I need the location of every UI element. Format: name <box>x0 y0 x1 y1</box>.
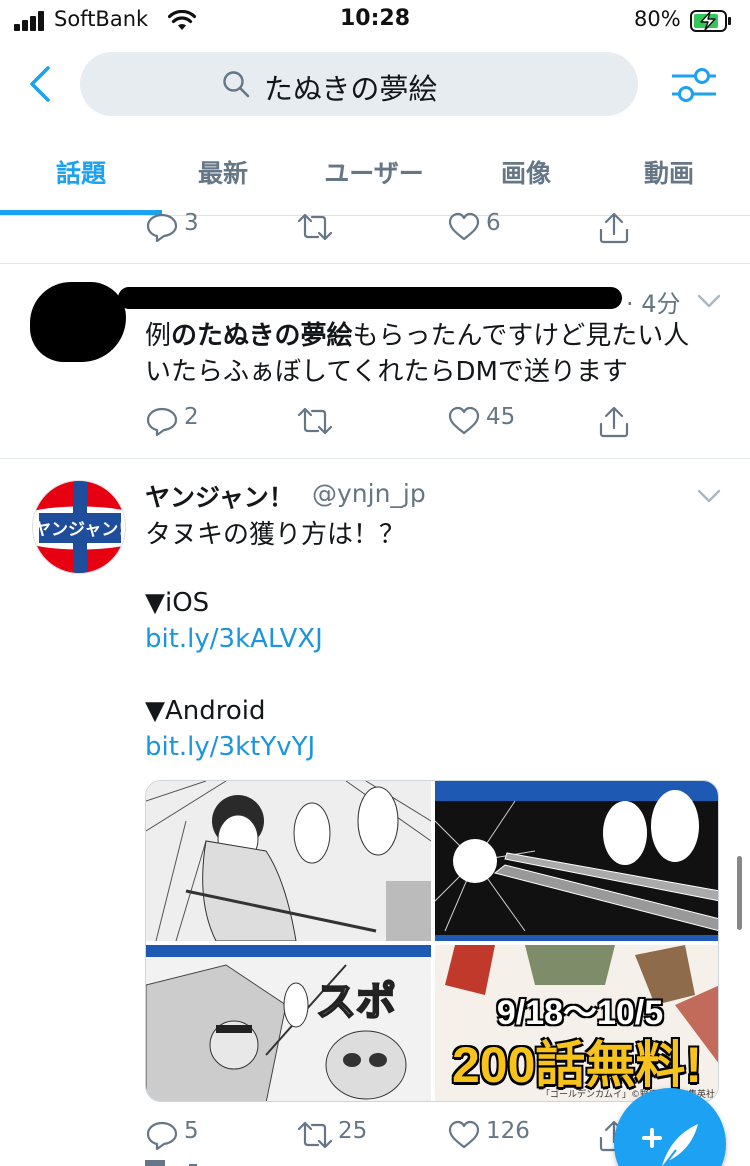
tweet-text-highlight: のたぬきの夢絵 <box>171 321 353 351</box>
tweet-text: 例のたぬきの夢絵もらったんですけど見たい人 いたらふぁぼしてくれたらDMで送りま… <box>145 318 715 390</box>
tweet-time: · 4分 <box>626 290 681 318</box>
user-display-name[interactable]: ヤンジャン！ <box>145 478 294 514</box>
retweet-button[interactable]: 25 <box>296 1116 386 1156</box>
tweet-actions: 2 45 <box>0 402 750 442</box>
reply-count: 5 <box>184 1118 199 1144</box>
reply-button[interactable]: 5 <box>146 1116 226 1156</box>
like-count: 6 <box>486 210 501 236</box>
search-icon <box>223 71 250 98</box>
retweet-icon <box>297 213 333 241</box>
ynjn-logo: ヤンジャン! <box>33 481 126 573</box>
status-bar: SoftBank 10:28 80% <box>0 0 750 44</box>
back-chevron-icon[interactable] <box>26 64 54 104</box>
reply-button[interactable]: 3 <box>146 208 226 248</box>
search-query: たぬきの夢絵 <box>264 72 438 106</box>
like-count: 45 <box>486 404 516 430</box>
compose-tweet-button[interactable] <box>614 1088 726 1166</box>
promo-panel: 9/18〜10/5 200話無料! 「ゴールデンカムイ」©野田サトル/集英社 <box>435 945 718 1101</box>
reply-icon <box>146 213 178 242</box>
tab-videos[interactable]: 動画 <box>594 154 744 190</box>
tweet-text-line2: いたらふぁぼしてくれたらDMで送ります <box>145 357 628 387</box>
manga-panel-1 <box>146 781 431 941</box>
tweet-actions: 3 6 <box>0 208 750 248</box>
share-icon <box>599 212 629 244</box>
retweet-count: 25 <box>338 1118 368 1144</box>
reply-button[interactable]: 2 <box>146 402 226 442</box>
tab-photos[interactable]: 画像 <box>451 154 601 190</box>
share-button[interactable] <box>598 208 638 248</box>
android-link[interactable]: bit.ly/3ktYvYJ <box>145 732 315 762</box>
avatar[interactable]: ヤンジャン! <box>32 480 126 574</box>
tab-latest[interactable]: 最新 <box>148 154 298 190</box>
tweet-media-grid[interactable]: スポ 9/18〜10/5 200話無料! 「ゴールデンカムイ」©野田サトル/集英… <box>145 780 719 1102</box>
retweet-icon <box>297 1121 333 1149</box>
chevron-down-icon[interactable] <box>697 488 721 504</box>
tweet-text-line: タヌキの獲り方は！？ <box>145 520 406 550</box>
user-handle: @ynjn_jp <box>312 479 426 508</box>
like-count: 126 <box>486 1118 530 1144</box>
battery-percent: 80% <box>634 7 681 31</box>
retweet-icon <box>297 407 333 435</box>
manga-illustration: スポ <box>146 945 431 1101</box>
tweet-divider <box>0 458 750 459</box>
svg-text:スポ: スポ <box>316 979 396 1025</box>
manga-panel-3: スポ <box>146 945 431 1101</box>
like-button[interactable]: 126 <box>448 1116 538 1156</box>
heart-icon <box>448 212 480 241</box>
search-input[interactable]: たぬきの夢絵 <box>80 52 638 116</box>
retweet-button[interactable] <box>296 208 356 248</box>
filter-sliders-icon[interactable] <box>670 64 718 106</box>
avatar-text: ヤンジャン! <box>34 520 126 540</box>
reply-icon <box>146 407 178 436</box>
search-tabs: 話題 最新 ユーザー 画像 動画 <box>0 140 750 216</box>
ios-link[interactable]: bit.ly/3kALVXJ <box>145 624 323 654</box>
reply-count: 3 <box>184 210 199 236</box>
ios-label: ▼iOS <box>145 588 210 618</box>
redacted-username <box>118 287 622 309</box>
tab-users[interactable]: ユーザー <box>299 154 449 190</box>
manga-illustration <box>146 781 431 941</box>
like-button[interactable]: 45 <box>448 402 538 442</box>
scroll-indicator[interactable] <box>737 856 742 930</box>
manga-panel-2 <box>435 781 718 941</box>
tweet-divider <box>0 263 750 264</box>
heart-icon <box>448 1120 480 1149</box>
manga-illustration <box>435 781 718 941</box>
share-icon <box>599 406 629 438</box>
reply-icon <box>146 1121 178 1150</box>
compose-feather-icon <box>642 1124 698 1166</box>
android-label: ▼Android <box>145 696 266 726</box>
chevron-down-icon[interactable] <box>697 293 721 309</box>
heart-icon <box>448 406 480 435</box>
share-button[interactable] <box>598 402 638 442</box>
tab-top[interactable]: 話題 <box>6 154 156 190</box>
retweet-button[interactable] <box>296 402 356 442</box>
next-tweet-peek <box>145 1160 197 1166</box>
reply-count: 2 <box>184 404 199 430</box>
battery-charging-icon <box>690 10 731 32</box>
tweet-time-value: 4分 <box>641 290 681 318</box>
tweet-text-rest: もらったんですけど見たい人 <box>352 321 690 351</box>
like-button[interactable]: 6 <box>448 208 528 248</box>
redacted-avatar <box>30 282 126 362</box>
tweet-text-prefix: 例 <box>145 321 172 351</box>
